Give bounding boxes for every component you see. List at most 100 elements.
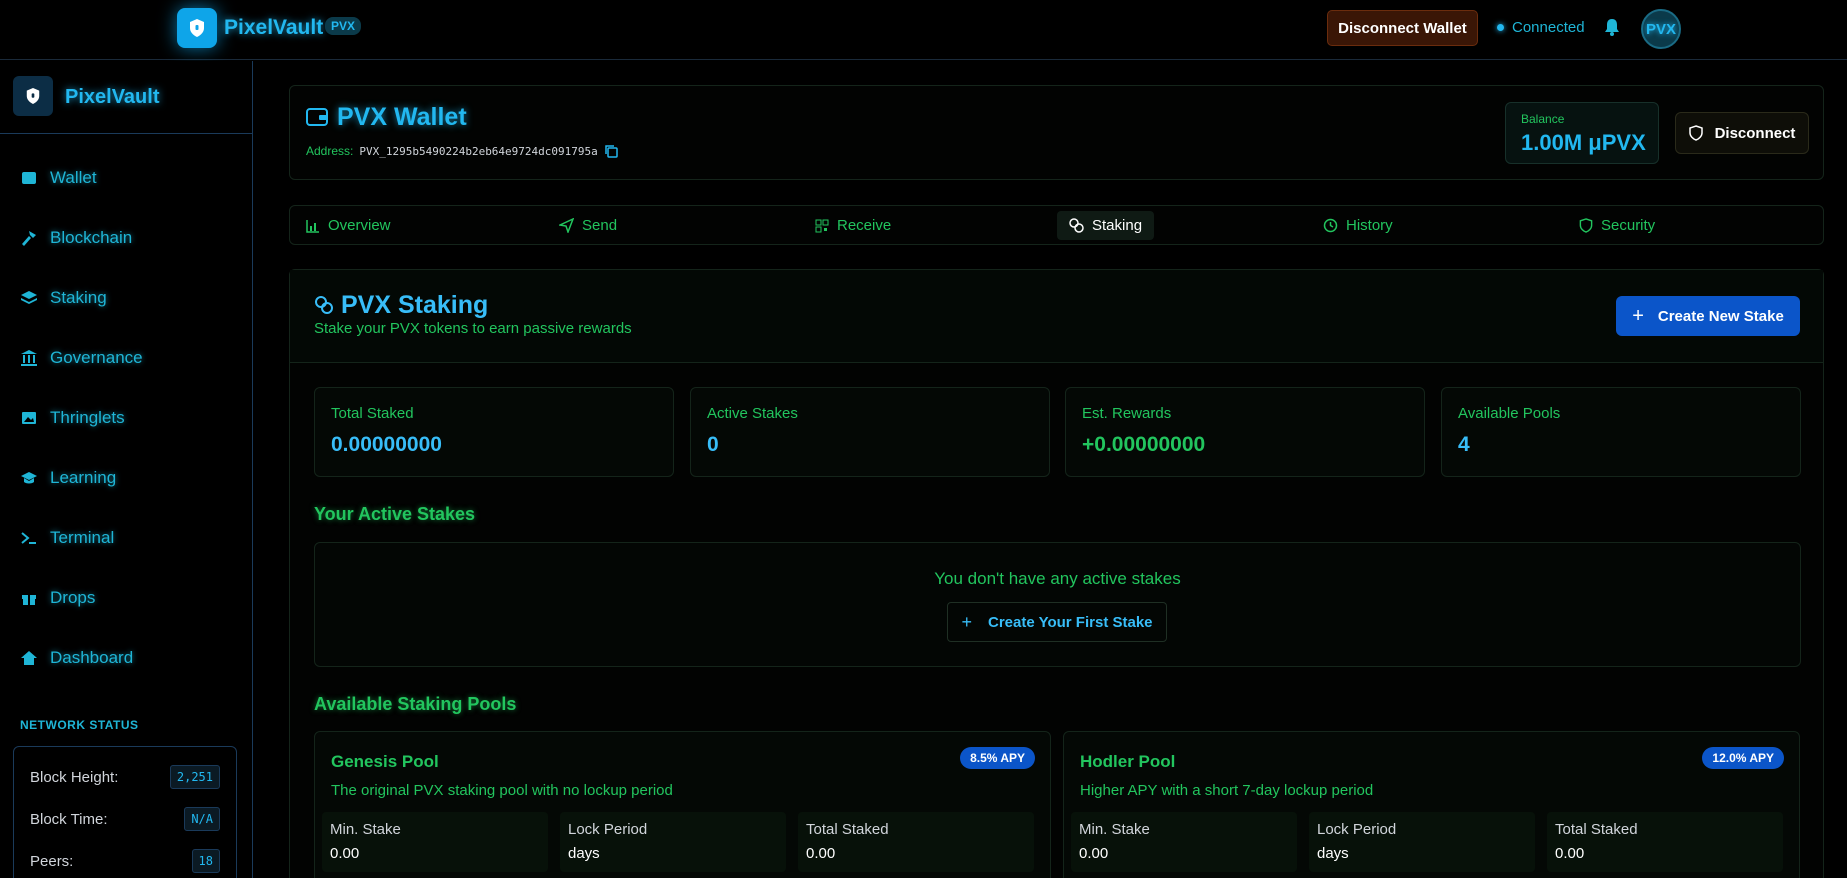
apy-badge: 12.0% APY bbox=[1702, 747, 1784, 769]
sidebar-item-governance[interactable]: Governance bbox=[20, 341, 240, 375]
shield-icon bbox=[1579, 218, 1593, 233]
pool-total-staked: Total Staked 0.00 bbox=[798, 812, 1034, 872]
pool-cell-value: 0.00 bbox=[1079, 845, 1109, 862]
staking-subtitle: Stake your PVX tokens to earn passive re… bbox=[314, 320, 632, 337]
create-new-stake-button[interactable]: + Create New Stake bbox=[1616, 296, 1800, 336]
sidebar-item-staking[interactable]: Staking bbox=[20, 281, 240, 315]
pool-description: The original PVX staking pool with no lo… bbox=[331, 782, 673, 799]
sidebar-item-blockchain[interactable]: Blockchain bbox=[20, 221, 240, 255]
sidebar-brand: PixelVault bbox=[0, 61, 252, 134]
sidebar-item-drops[interactable]: Drops bbox=[20, 581, 240, 615]
sidebar-item-terminal[interactable]: Terminal bbox=[20, 521, 240, 555]
staking-pools-heading: Available Staking Pools bbox=[314, 694, 517, 714]
network-row-label: Block Time: bbox=[30, 810, 108, 828]
sidebar-item-wallet[interactable]: Wallet bbox=[20, 161, 240, 195]
network-row-block-height: Block Height: 2,251 bbox=[30, 763, 220, 791]
network-row-value: 2,251 bbox=[169, 765, 220, 789]
tab-receive[interactable]: Receive bbox=[803, 211, 903, 240]
tab-label: Security bbox=[1601, 217, 1656, 234]
stat-available-pools: Available Pools 4 bbox=[1441, 387, 1801, 477]
create-first-stake-button[interactable]: + Create Your First Stake bbox=[947, 602, 1167, 642]
stat-value: +0.00000000 bbox=[1082, 433, 1206, 456]
network-row-value: N/A bbox=[184, 807, 220, 831]
shield-icon bbox=[1688, 125, 1703, 141]
sidebar-item-label: Drops bbox=[50, 588, 96, 607]
tab-label: Overview bbox=[328, 217, 391, 234]
pool-cell-label: Lock Period bbox=[568, 821, 648, 838]
sidebar-item-thringlets[interactable]: Thringlets bbox=[20, 401, 240, 435]
network-row-peers: Peers: 18 bbox=[30, 847, 220, 875]
stat-total-staked: Total Staked 0.00000000 bbox=[314, 387, 674, 477]
pool-card-genesis[interactable]: Genesis Pool 8.5% APY The original PVX s… bbox=[314, 731, 1051, 878]
history-icon bbox=[1323, 218, 1338, 233]
connection-status-label: Connected bbox=[1512, 19, 1585, 36]
network-row-block-time: Block Time: N/A bbox=[30, 805, 220, 833]
hammer-icon bbox=[22, 231, 36, 246]
terminal-icon bbox=[21, 532, 36, 544]
bar-chart-icon bbox=[306, 219, 319, 233]
bell-icon[interactable] bbox=[1603, 17, 1621, 42]
disconnect-wallet-button[interactable]: Disconnect Wallet bbox=[1327, 10, 1478, 46]
shield-icon bbox=[26, 88, 40, 104]
staking-title: PVX Staking bbox=[341, 291, 489, 319]
coins-icon bbox=[314, 295, 334, 320]
stat-active-stakes: Active Stakes 0 bbox=[690, 387, 1050, 477]
plus-icon: + bbox=[961, 611, 972, 632]
sidebar-item-label: Thringlets bbox=[50, 408, 125, 427]
graduation-cap-icon bbox=[21, 472, 37, 484]
stat-label: Est. Rewards bbox=[1082, 405, 1172, 422]
sidebar-item-learning[interactable]: Learning bbox=[20, 461, 240, 495]
wallet-icon bbox=[22, 172, 36, 184]
staking-header bbox=[290, 270, 1823, 363]
sidebar-item-label: Blockchain bbox=[50, 228, 133, 247]
balance-value: 1.00M μPVX bbox=[1521, 130, 1646, 155]
shield-icon bbox=[190, 19, 204, 37]
image-icon bbox=[22, 412, 36, 424]
stat-label: Total Staked bbox=[331, 405, 414, 422]
disconnect-button[interactable]: Disconnect bbox=[1675, 112, 1809, 154]
pool-lock-period: Lock Period days bbox=[1309, 812, 1535, 872]
empty-message: You don't have any active stakes bbox=[934, 569, 1181, 588]
pool-cell-value: days bbox=[1317, 845, 1349, 862]
balance-card: Balance 1.00M μPVX bbox=[1505, 102, 1659, 164]
pool-card-hodler[interactable]: Hodler Pool 12.0% APY Higher APY with a … bbox=[1063, 731, 1800, 878]
pool-cell-label: Total Staked bbox=[806, 821, 889, 838]
top-bar: PixelVault PVX Disconnect Wallet Connect… bbox=[0, 0, 1847, 60]
copy-icon[interactable] bbox=[604, 144, 618, 158]
sidebar-item-dashboard[interactable]: Dashboard bbox=[20, 641, 240, 675]
landmark-icon bbox=[21, 350, 37, 366]
tab-send[interactable]: Send bbox=[547, 211, 629, 240]
create-new-stake-label: Create New Stake bbox=[1657, 307, 1784, 325]
avatar[interactable]: PVX bbox=[1641, 9, 1681, 49]
pool-name: Hodler Pool bbox=[1080, 752, 1176, 771]
tab-label: Send bbox=[582, 217, 618, 234]
connection-status: Connected bbox=[1497, 19, 1585, 36]
tab-security[interactable]: Security bbox=[1567, 211, 1667, 240]
sidebar-item-label: Terminal bbox=[50, 528, 115, 547]
pool-min-stake: Min. Stake 0.00 bbox=[322, 812, 548, 872]
tab-history[interactable]: History bbox=[1311, 211, 1405, 240]
qr-code-icon bbox=[815, 219, 829, 232]
pool-cell-label: Total Staked bbox=[1555, 821, 1638, 838]
tab-staking[interactable]: Staking bbox=[1057, 211, 1155, 240]
sidebar-title: PixelVault bbox=[65, 86, 160, 108]
network-row-label: Peers: bbox=[30, 852, 74, 870]
apy-badge: 8.5% APY bbox=[960, 747, 1035, 769]
pool-cell-value: 0.00 bbox=[1555, 845, 1585, 862]
balance-label: Balance bbox=[1521, 112, 1565, 126]
tab-label: Receive bbox=[837, 217, 892, 234]
pool-total-staked: Total Staked 0.00 bbox=[1547, 812, 1783, 872]
stat-est-rewards: Est. Rewards +0.00000000 bbox=[1065, 387, 1425, 477]
network-row-label: Block Height: bbox=[30, 768, 119, 786]
stat-label: Available Pools bbox=[1458, 405, 1561, 422]
app-logo[interactable] bbox=[177, 8, 217, 48]
pool-cell-label: Min. Stake bbox=[330, 821, 401, 838]
disconnect-label: Disconnect bbox=[1714, 124, 1796, 142]
pool-description: Higher APY with a short 7-day lockup per… bbox=[1080, 782, 1374, 799]
tab-overview[interactable]: Overview bbox=[294, 211, 403, 240]
create-first-stake-label: Create Your First Stake bbox=[988, 613, 1153, 631]
send-icon bbox=[559, 218, 574, 233]
sidebar-logo[interactable] bbox=[13, 76, 53, 116]
address-label: Address: bbox=[306, 144, 354, 158]
sidebar-item-label: Learning bbox=[50, 468, 117, 487]
